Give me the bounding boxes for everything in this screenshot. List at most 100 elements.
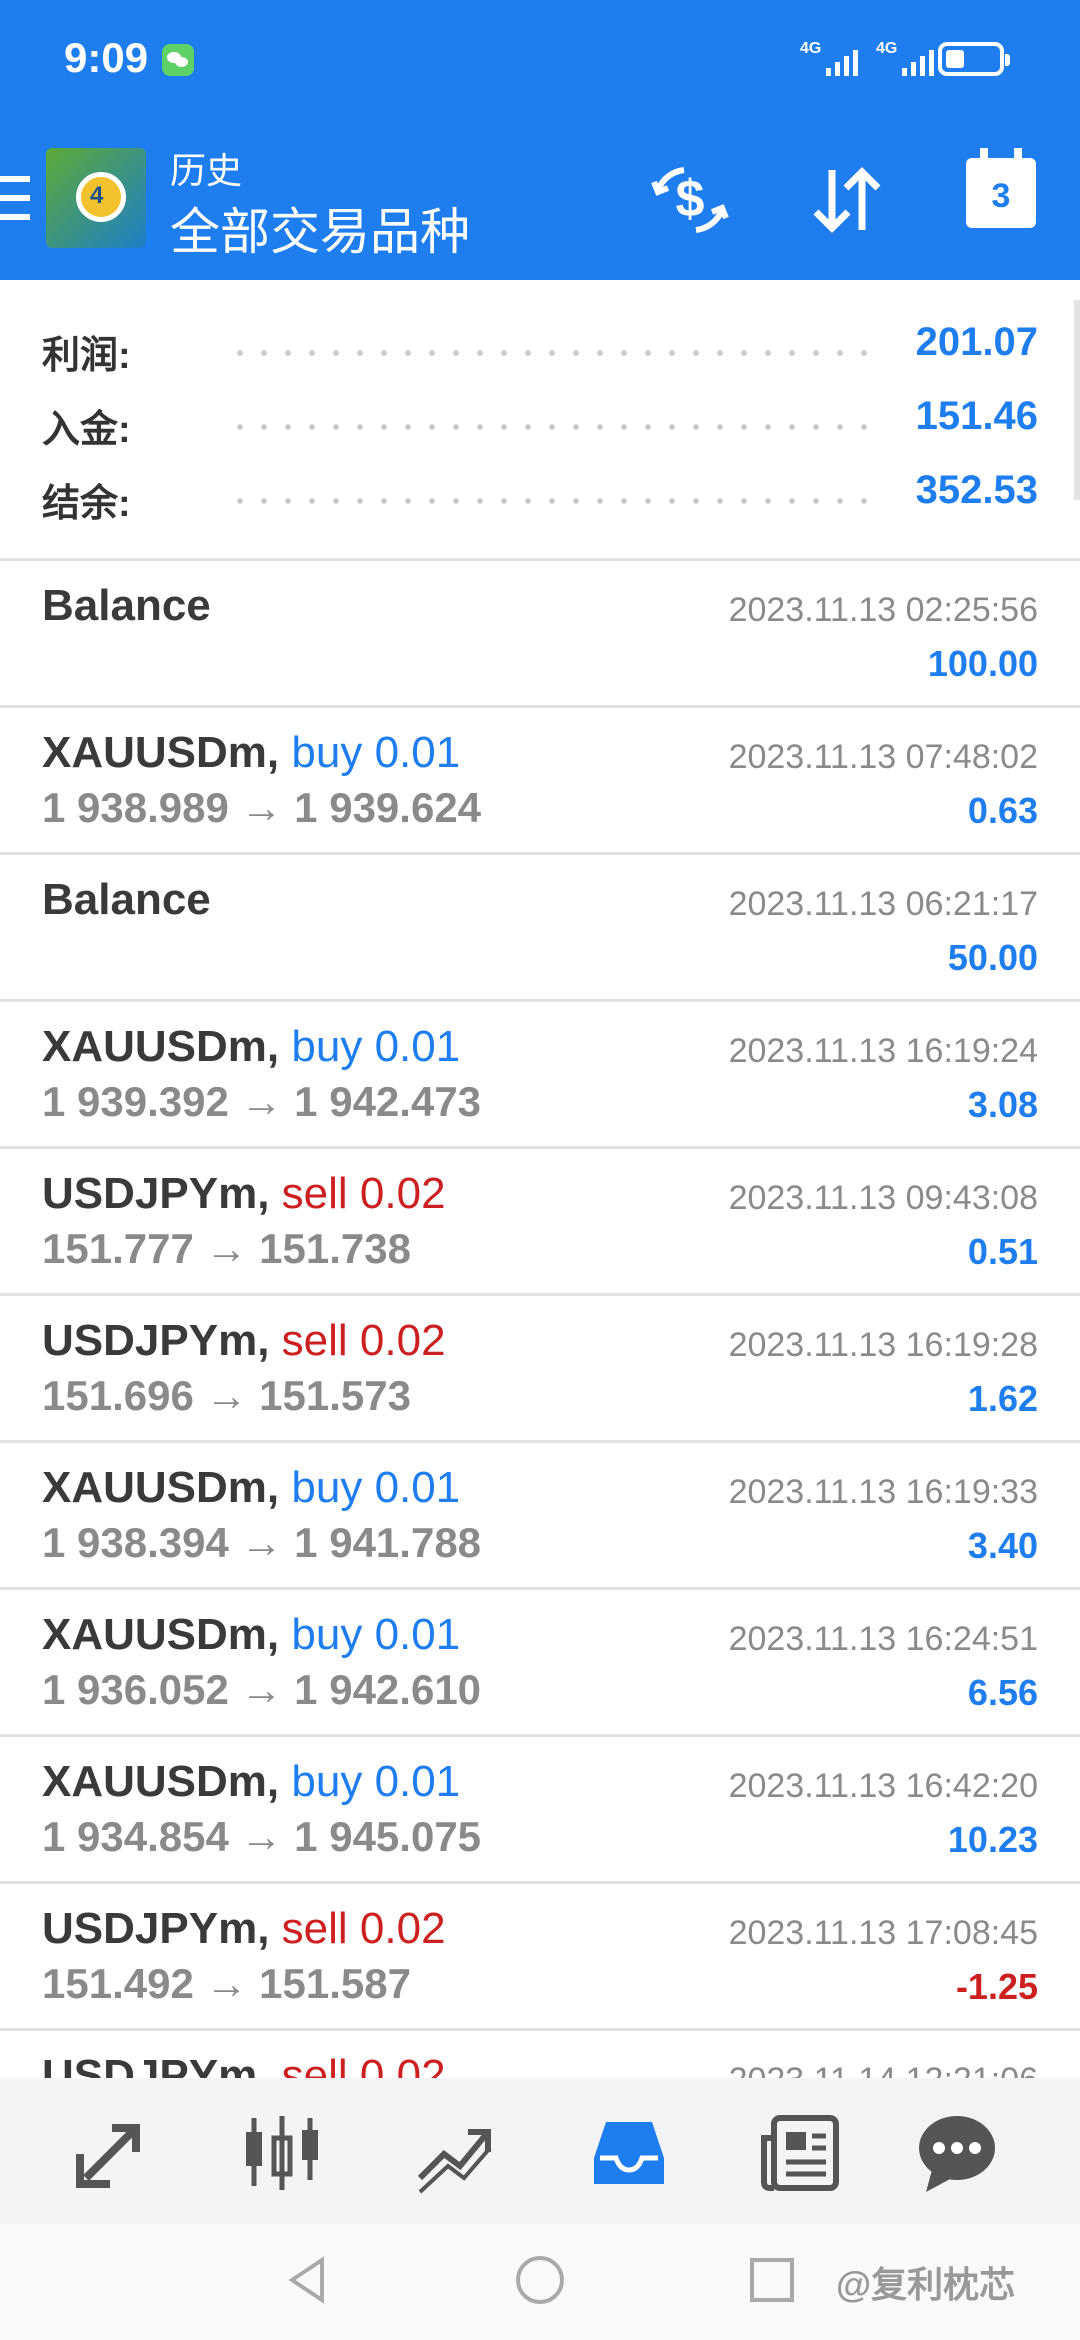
- summary-value: 201.07: [915, 320, 1038, 364]
- table-row[interactable]: XAUUSDm, buy 0.01 1 938.989 → 1 939.624 20…: [0, 708, 1080, 855]
- deal-profit: -1.25: [955, 1966, 1038, 2007]
- deal-time: 2023.11.13 16:19:33: [728, 1473, 1038, 1511]
- deal-symbol-name: XAUUSDm,: [42, 728, 280, 777]
- deal-direction: sell: [281, 1904, 348, 1953]
- deal-symbol: XAUUSDm, buy 0.01: [42, 728, 460, 778]
- table-row[interactable]: Balance 2023.11.13 02:25:56 100.00: [0, 561, 1080, 708]
- deal-direction: buy: [291, 1463, 363, 1512]
- deal-symbol-name: XAUUSDm,: [42, 1757, 280, 1806]
- table-row[interactable]: USDJPYm, sell 0.02 151.696 → 151.573 2023.…: [0, 1296, 1080, 1443]
- dotted-leader: [228, 498, 882, 504]
- deal-profit: 3.08: [967, 1084, 1038, 1125]
- deal-symbol: USDJPYm, sell 0.02: [42, 1904, 446, 1954]
- deal-prices: 151.777 → 151.738: [42, 1225, 411, 1272]
- deal-symbol-name: XAUUSDm,: [42, 1610, 280, 1659]
- deal-profit: 0.51: [967, 1231, 1038, 1272]
- dotted-leader: [228, 350, 882, 356]
- deal-symbol: XAUUSDm, buy 0.01: [42, 1022, 460, 1072]
- deal-prices: 151.492 → 151.587: [42, 1960, 411, 2007]
- deal-time: 2023.11.13 16:42:20: [728, 1767, 1038, 1805]
- deal-symbol-name: Balance: [42, 875, 211, 924]
- deal-profit: 0.63: [967, 790, 1038, 831]
- deal-direction: buy: [291, 728, 363, 777]
- deal-lot-size: 0.01: [374, 1757, 461, 1806]
- deal-direction: sell: [281, 2051, 348, 2078]
- table-row[interactable]: XAUUSDm, buy 0.01 1 939.392 → 1 942.473 20…: [0, 1002, 1080, 1149]
- deal-time: 2023.11.13 09:43:08: [728, 1179, 1038, 1217]
- menu-icon[interactable]: [0, 176, 30, 220]
- calendar-day: 3: [991, 177, 1011, 215]
- network-type-label: 4G: [876, 40, 898, 57]
- deal-lot-size: 0.01: [374, 1610, 461, 1659]
- trade-icon[interactable]: [410, 2108, 500, 2198]
- table-row[interactable]: XAUUSDm, buy 0.01 1 938.394 → 1 941.788 20…: [0, 1443, 1080, 1590]
- app-bar: 4 历史 全部交易品种 $ 3: [0, 120, 1080, 280]
- deal-symbol-name: USDJPYm,: [42, 1904, 270, 1953]
- table-row[interactable]: Balance 2023.11.13 06:21:17 50.00: [0, 855, 1080, 1002]
- deal-direction: sell: [281, 1169, 348, 1218]
- deal-symbol-name: Balance: [42, 581, 211, 630]
- deal-time: 2023.11.13 07:48:02: [728, 738, 1038, 776]
- history-summary: 利润: 201.07 入金: 151.46 结余: 352.53: [0, 280, 1080, 558]
- deal-prices: 1 939.392 → 1 942.473: [42, 1078, 482, 1125]
- calendar-icon[interactable]: 3: [966, 148, 1036, 228]
- watermark: @复利枕芯: [836, 2264, 1016, 2305]
- deal-profit: 6.56: [967, 1672, 1038, 1713]
- deal-history-list[interactable]: Balance 2023.11.13 02:25:56 100.00 XAUUSDm,…: [0, 558, 1080, 2078]
- deal-time: 2023.11.13 16:24:51: [728, 1620, 1038, 1658]
- deal-profit: 100.00: [927, 643, 1038, 684]
- svg-text:$: $: [676, 170, 705, 228]
- deal-profit: 10.23: [947, 1819, 1038, 1860]
- system-navigation-bar: @复利枕芯: [0, 2224, 1080, 2340]
- deposit-currency-icon[interactable]: $: [650, 160, 730, 240]
- deal-symbol-name: XAUUSDm,: [42, 1022, 280, 1071]
- deal-direction: buy: [291, 1757, 363, 1806]
- status-time: 9:09: [64, 34, 149, 81]
- bottom-navigation: [0, 2078, 1080, 2224]
- metatrader-logo: 4: [46, 148, 146, 248]
- summary-row-deposit: 入金: 151.46: [0, 390, 1080, 451]
- table-row[interactable]: USDJPYm, sell 0.02 151.492 → 151.587 2023.…: [0, 1884, 1080, 2031]
- deal-time: 2023.11.13 06:21:17: [728, 885, 1038, 923]
- home-icon[interactable]: [510, 2250, 570, 2310]
- table-row[interactable]: USDJPYm, sell 0.02 2023.11.14 12:21:06: [0, 2031, 1080, 2078]
- deal-lot-size: 0.02: [359, 1904, 446, 1953]
- deal-symbol: Balance: [42, 875, 211, 925]
- chart-icon[interactable]: [238, 2108, 328, 2198]
- deal-direction: sell: [281, 1316, 348, 1365]
- history-icon[interactable]: [584, 2108, 674, 2198]
- deal-lot-size: 0.01: [374, 1022, 461, 1071]
- recents-icon[interactable]: [742, 2250, 802, 2310]
- table-row[interactable]: XAUUSDm, buy 0.01 1 934.854 → 1 945.075 20…: [0, 1737, 1080, 1884]
- chat-icon[interactable]: [912, 2108, 1002, 2198]
- news-icon[interactable]: [756, 2108, 846, 2198]
- back-icon[interactable]: [278, 2250, 338, 2310]
- table-row[interactable]: USDJPYm, sell 0.02 151.777 → 151.738 2023.…: [0, 1149, 1080, 1296]
- quotes-icon[interactable]: [66, 2108, 156, 2198]
- scroll-indicator[interactable]: [1074, 300, 1080, 500]
- deal-symbol: Balance: [42, 581, 211, 631]
- deal-profit: 1.62: [967, 1378, 1038, 1419]
- deal-symbol: XAUUSDm, buy 0.01: [42, 1610, 460, 1660]
- deal-prices: 1 934.854 → 1 945.075: [42, 1813, 482, 1860]
- deal-symbol: USDJPYm, sell 0.02: [42, 1169, 446, 1219]
- battery-icon: [938, 42, 1010, 76]
- page-subtitle: 历史: [170, 150, 243, 191]
- deal-symbol: USDJPYm, sell 0.02: [42, 1316, 446, 1366]
- table-row[interactable]: XAUUSDm, buy 0.01 1 936.052 → 1 942.610 20…: [0, 1590, 1080, 1737]
- sort-icon[interactable]: [806, 160, 886, 240]
- deal-prices: 1 938.989 → 1 939.624: [42, 784, 482, 831]
- wechat-notification-icon: [162, 44, 194, 76]
- page-title[interactable]: 全部交易品种: [170, 192, 470, 264]
- deal-time: 2023.11.14 12:21:06: [729, 2061, 1038, 2078]
- deal-lot-size: 0.02: [359, 1169, 446, 1218]
- deal-time: 2023.11.13 16:19:28: [728, 1326, 1038, 1364]
- deal-symbol-name: USDJPYm,: [42, 1169, 270, 1218]
- dotted-leader: [228, 424, 882, 430]
- deal-profit: 3.40: [967, 1525, 1038, 1566]
- deal-symbol-name: USDJPYm,: [42, 1316, 270, 1365]
- deal-direction: buy: [291, 1022, 363, 1071]
- deal-direction: buy: [291, 1610, 363, 1659]
- deal-symbol: XAUUSDm, buy 0.01: [42, 1463, 460, 1513]
- deal-prices: 1 938.394 → 1 941.788: [42, 1519, 482, 1566]
